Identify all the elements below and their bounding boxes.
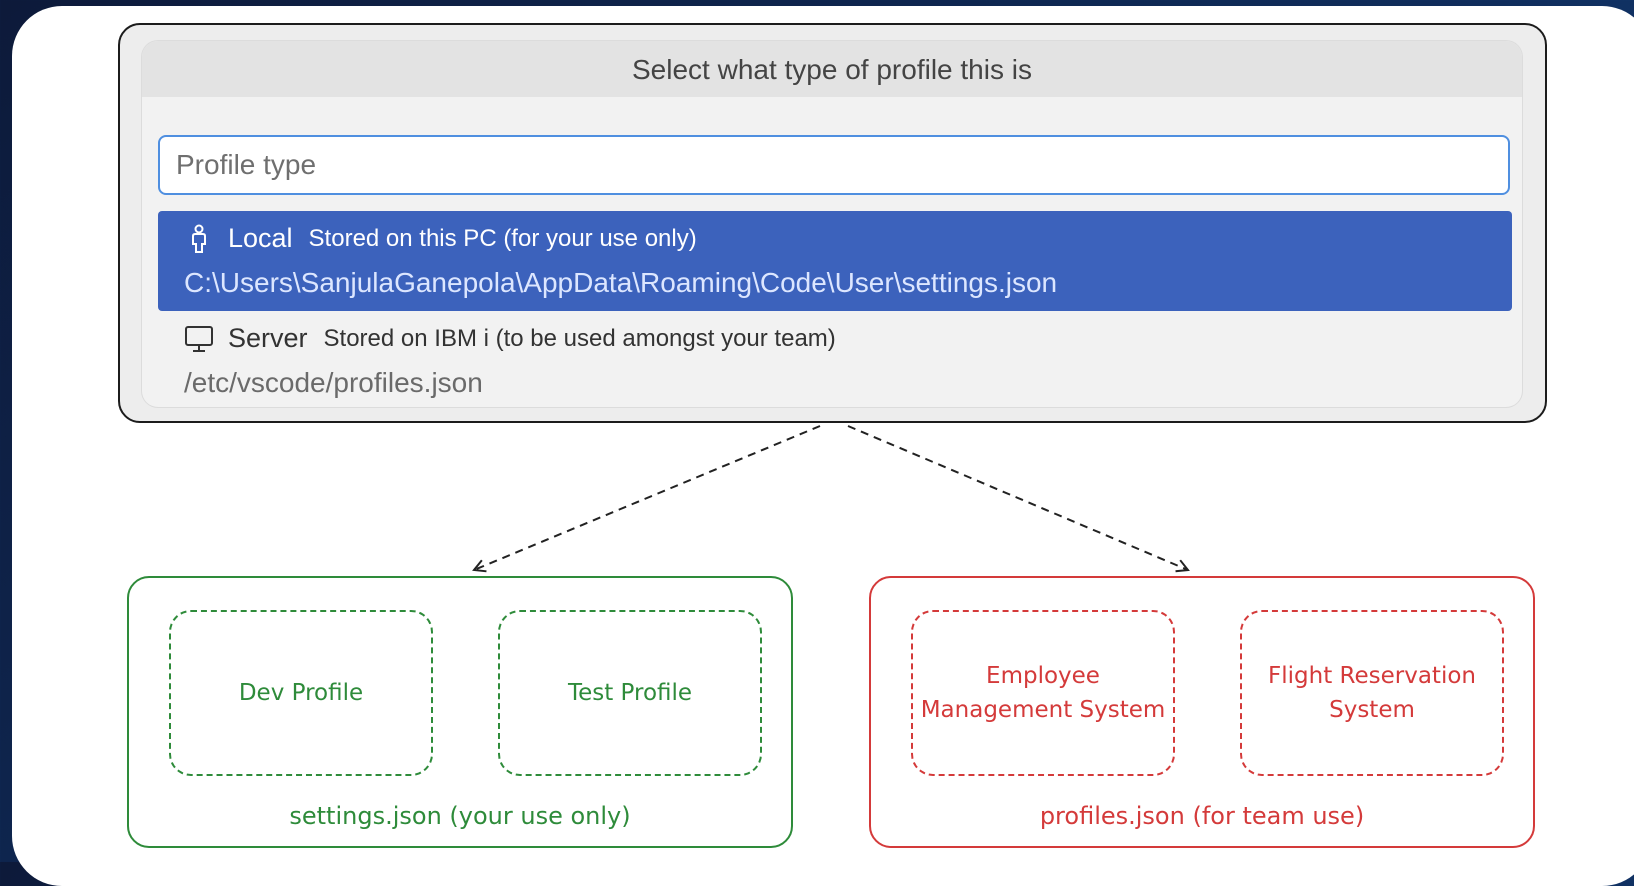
server-profiles-group: Employee Management System Flight Reserv…: [869, 576, 1535, 848]
arrow-to-server-group: [847, 425, 1188, 570]
arrow-to-local-group: [474, 425, 821, 570]
flight-reservation-profile-box: Flight Reservation System: [1240, 610, 1504, 776]
dev-profile-box: Dev Profile: [169, 610, 433, 776]
test-profile-box: Test Profile: [498, 610, 762, 776]
local-profiles-group: Dev Profile Test Profile settings.json (…: [127, 576, 793, 848]
local-group-caption: settings.json (your use only): [289, 802, 631, 830]
server-group-caption: profiles.json (for team use): [1039, 802, 1365, 830]
employee-management-profile-box: Employee Management System: [911, 610, 1175, 776]
